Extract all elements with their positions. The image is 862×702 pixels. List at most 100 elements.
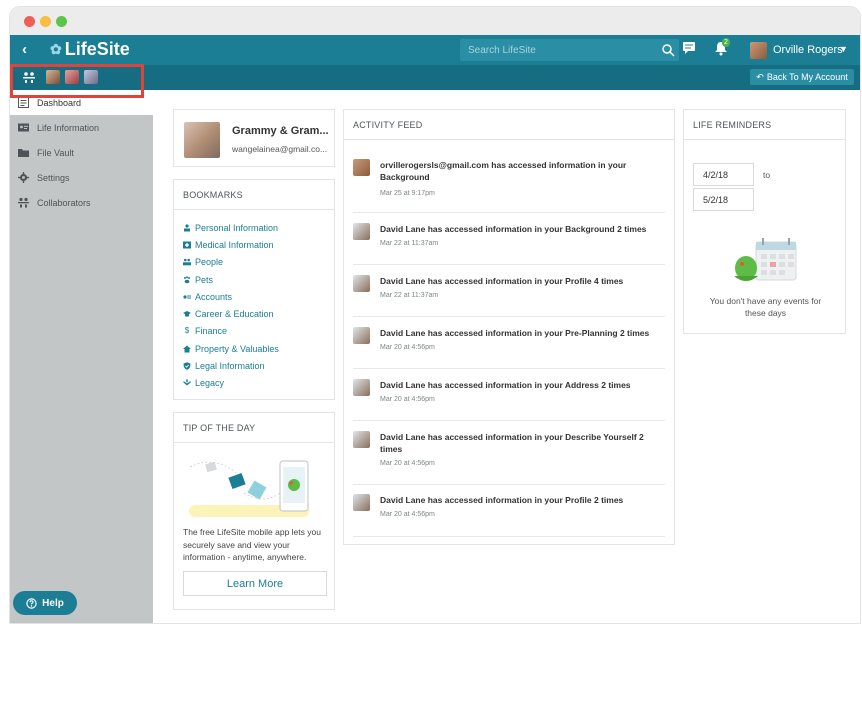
- back-to-account-button[interactable]: ↶ Back To My Account: [750, 69, 854, 85]
- bookmark-pets[interactable]: Pets: [183, 271, 325, 288]
- activity-feed-title: ACTIVITY FEED: [344, 110, 674, 140]
- bookmark-legacy[interactable]: Legacy: [183, 375, 325, 392]
- top-navigation-bar: ‹ ✿ LifeSite 2 Orville Rogers ▼: [10, 35, 860, 65]
- bookmark-finance[interactable]: $ Finance: [183, 323, 325, 340]
- feed-time: Mar 20 at 4:56pm: [380, 396, 435, 403]
- feed-text: David Lane has accessed information in y…: [380, 276, 624, 286]
- bookmark-label: Property & Valuables: [195, 343, 279, 354]
- tip-title: TIP OF THE DAY: [174, 413, 334, 443]
- feed-item[interactable]: David Lane has accessed information in y…: [353, 485, 665, 537]
- highlight-box: [10, 64, 144, 98]
- activity-feed-card: ACTIVITY FEED orvillerogersls@gmail.com …: [343, 109, 675, 545]
- feed-avatar: [353, 223, 370, 240]
- graduation-icon: [183, 311, 191, 317]
- feed-item[interactable]: David Lane has accessed information in y…: [353, 213, 665, 265]
- logo-mark-icon: ✿: [50, 41, 62, 57]
- feed-item[interactable]: David Lane has accessed information in y…: [353, 317, 665, 369]
- to-label: to: [763, 170, 771, 180]
- sidebar-item-life-information[interactable]: Life Information: [10, 115, 153, 140]
- medical-icon: [183, 241, 191, 249]
- sidebar-item-label: Life Information: [37, 122, 100, 133]
- bookmark-label: People: [195, 257, 224, 268]
- reminders-empty-text: You don't have any events for these days: [709, 296, 822, 318]
- bookmarks-title: BOOKMARKS: [174, 180, 334, 210]
- window-titlebar: [10, 7, 860, 35]
- bookmark-people[interactable]: People: [183, 254, 325, 271]
- folder-icon: [18, 149, 29, 157]
- bookmark-label: Personal Information: [195, 222, 279, 233]
- profile-name: Grammy & Gram...: [232, 125, 329, 137]
- feed-item[interactable]: David Lane has accessed information in y…: [353, 265, 665, 317]
- bookmark-label: Medical Information: [195, 239, 274, 250]
- feed-text: David Lane has accessed information in y…: [380, 224, 647, 234]
- bookmark-label: Legal Information: [195, 361, 265, 372]
- to-date-input[interactable]: 5/2/18: [693, 188, 754, 211]
- back-arrow-icon[interactable]: ‹: [22, 41, 27, 58]
- feed-avatar: [353, 494, 370, 511]
- chevron-down-icon[interactable]: ▼: [839, 44, 848, 54]
- notification-badge: 2: [722, 38, 730, 47]
- from-date-input[interactable]: 4/2/18: [693, 163, 754, 186]
- profile-photo: [184, 122, 220, 158]
- bookmark-label: Finance: [195, 326, 228, 337]
- profile-card[interactable]: Grammy & Gram... wangelainea@gmail.co...: [173, 109, 335, 167]
- shield-icon: [183, 362, 191, 370]
- feed-time: Mar 20 at 4:56pm: [380, 344, 435, 351]
- bookmark-medical-information[interactable]: Medical Information: [183, 236, 325, 253]
- help-button[interactable]: Help: [13, 591, 77, 615]
- person-icon: [184, 224, 190, 232]
- sidebar-item-label: File Vault: [37, 147, 74, 158]
- sidebar-item-label: Settings: [37, 172, 70, 183]
- sidebar-item-settings[interactable]: Settings: [10, 165, 153, 190]
- feed-time: Mar 20 at 4:56pm: [380, 511, 435, 518]
- sidebar-item-file-vault[interactable]: File Vault: [10, 140, 153, 165]
- feed-text: David Lane has accessed information in y…: [380, 495, 624, 505]
- feed-time: Mar 20 at 4:56pm: [380, 460, 435, 467]
- calendar-illustration: [734, 238, 797, 281]
- bookmarks-list: Personal Information Medical Information…: [174, 210, 334, 392]
- id-card-icon: [18, 123, 29, 132]
- back-to-account-label: Back To My Account: [766, 72, 848, 82]
- feed-text: David Lane has accessed information in y…: [380, 432, 644, 454]
- accounts-icon: [183, 295, 191, 299]
- feed-time: Mar 25 at 9:17pm: [380, 190, 435, 197]
- user-avatar[interactable]: [750, 42, 767, 59]
- house-icon: [183, 345, 191, 353]
- search-box: [460, 39, 679, 61]
- search-input[interactable]: [460, 39, 650, 61]
- bookmark-legal-information[interactable]: Legal Information: [183, 357, 325, 374]
- feed-item[interactable]: orvillerogersls@gmail.com has accessed i…: [353, 140, 665, 213]
- user-name[interactable]: Orville Rogers: [773, 44, 843, 56]
- help-label: Help: [42, 597, 64, 609]
- close-window-button[interactable]: [24, 16, 35, 27]
- feed-avatar: [353, 379, 370, 396]
- feed-text: orvillerogersls@gmail.com has accessed i…: [380, 160, 627, 182]
- feed-avatar: [353, 275, 370, 292]
- maximize-window-button[interactable]: [56, 16, 67, 27]
- bookmark-personal-information[interactable]: Personal Information: [183, 219, 325, 236]
- question-icon: [26, 597, 37, 609]
- learn-more-button[interactable]: Learn More: [183, 571, 327, 596]
- undo-arrow-icon: ↶: [756, 71, 764, 82]
- feed-time: Mar 22 at 11:37am: [380, 240, 439, 247]
- feed-avatar: [353, 159, 370, 176]
- browser-window: ‹ ✿ LifeSite 2 Orville Rogers ▼: [10, 7, 860, 623]
- feed-item[interactable]: David Lane has accessed information in y…: [353, 421, 665, 485]
- bookmark-label: Legacy: [195, 378, 225, 389]
- minimize-window-button[interactable]: [40, 16, 51, 27]
- sidebar-item-collaborators[interactable]: Collaborators: [10, 190, 153, 215]
- sidebar-item-label: Dashboard: [37, 97, 82, 108]
- feed-avatar: [353, 327, 370, 344]
- bookmark-property-valuables[interactable]: Property & Valuables: [183, 340, 325, 357]
- sidebar-item-label: Collaborators: [37, 197, 91, 208]
- feed-time: Mar 22 at 11:37am: [380, 292, 439, 299]
- life-reminders-title: LIFE REMINDERS: [684, 110, 845, 140]
- bookmark-career-education[interactable]: Career & Education: [183, 305, 325, 322]
- bookmark-label: Accounts: [195, 291, 233, 302]
- lifesite-logo[interactable]: ✿ LifeSite: [50, 39, 130, 60]
- feed-item[interactable]: David Lane has accessed information in y…: [353, 369, 665, 421]
- mobile-app-illustration: [189, 460, 309, 517]
- bookmark-accounts[interactable]: Accounts: [183, 288, 325, 305]
- search-icon[interactable]: [661, 43, 675, 57]
- messages-icon[interactable]: [682, 41, 696, 55]
